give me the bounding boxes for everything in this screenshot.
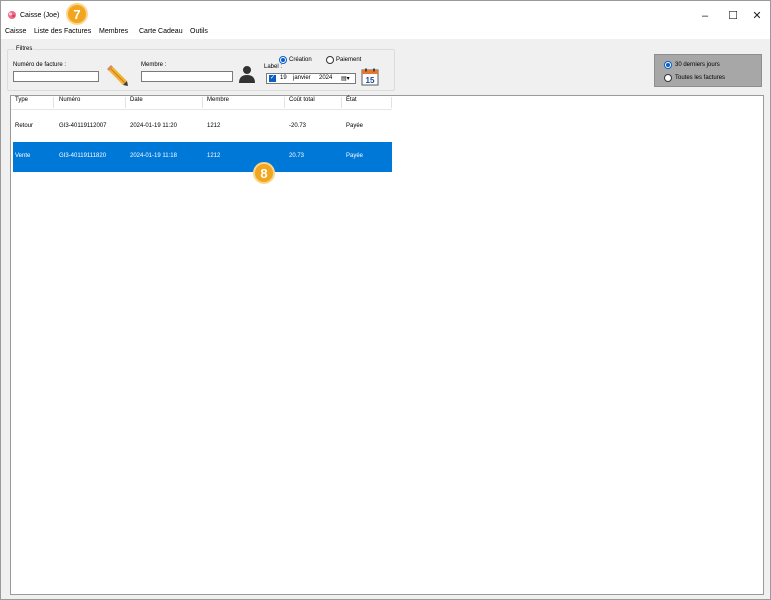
menu-caisse[interactable]: Caisse [5,28,26,35]
radio-all-invoices-label: Toutes les factures [675,75,726,81]
column-header-date[interactable]: Date [130,97,143,103]
cell-numero: GI3-40119111820 [59,153,107,159]
invoice-number-label: Numéro de facture : [13,62,67,68]
radio-paiement-label: Paiement [336,57,362,63]
pencil-icon[interactable] [105,63,129,87]
column-header-etat[interactable]: État [346,97,357,103]
title-bar[interactable]: Caisse (Joe) – ☐ ✕ [1,1,770,27]
cell-type: Vente [15,153,31,159]
column-header-numero[interactable]: Numéro [59,97,80,103]
menu-carte-cadeau[interactable]: Carte Cadeau [139,28,183,35]
cell-type: Retour [15,123,34,129]
radio-creation[interactable] [279,56,287,64]
window-title: Caisse (Joe) [20,12,60,19]
app-window: Caisse (Joe) – ☐ ✕ Caisse Liste des Fact… [0,0,771,600]
date-day: 19 [280,75,287,81]
radio-all-invoices[interactable] [664,74,672,82]
member-label: Membre : [141,62,167,68]
cell-etat: Payée [346,123,364,129]
cell-membre: 1212 [207,153,221,159]
menu-membres[interactable]: Membres [99,28,128,35]
minimize-button[interactable]: – [691,7,719,25]
column-header-membre[interactable]: Membre [207,97,229,103]
table-row-selected[interactable]: Vente GI3-40119111820 2024-01-19 11:18 1… [13,142,392,172]
menu-bar: Caisse Liste des Factures Membres Carte … [1,27,770,39]
column-header-cout-total[interactable]: Coût total [289,97,315,103]
column-header-type[interactable]: Type [15,97,28,103]
cell-membre: 1212 [207,123,221,129]
invoice-number-input[interactable] [13,71,99,82]
table-row[interactable]: Retour GI3-40119112007 2024-01-19 11:20 … [13,112,392,142]
calendar-icon[interactable]: 15 [361,68,379,86]
menu-liste-des-factures[interactable]: Liste des Factures [34,28,91,35]
menu-outils[interactable]: Outils [190,28,208,35]
radio-paiement[interactable] [326,56,334,64]
person-icon[interactable] [237,64,257,84]
date-year: 2024 [319,75,333,81]
radio-30-days-label: 30 derniers jours [675,62,720,68]
calendar-dropdown-icon[interactable]: ▤▾ [341,75,353,82]
step-badge-7: 7 [66,3,88,25]
date-range-panel [654,54,762,87]
filters-legend: Filtres [15,46,34,52]
date-month: janvier [293,75,311,81]
step-badge-8: 8 [253,162,275,184]
radio-creation-label: Création [289,57,312,63]
cell-date: 2024-01-19 11:18 [130,153,177,159]
cell-cout: 20.73 [289,153,305,159]
date-checkbox[interactable]: ✓ [269,75,276,82]
cell-cout: -20.73 [289,123,307,129]
cell-numero: GI3-40119112007 [59,123,107,129]
radio-30-days[interactable] [664,61,672,69]
calendar-number: 15 [366,76,375,85]
register-icon [8,11,16,19]
date-picker[interactable]: ✓ 19 janvier 2024 ▤▾ [266,73,356,84]
member-input[interactable] [141,71,233,82]
filters-group [7,49,395,91]
cell-etat: Payée [346,153,364,159]
date-label: Label : [264,64,283,70]
close-button[interactable]: ✕ [743,7,771,25]
cell-date: 2024-01-19 11:20 [130,123,177,129]
